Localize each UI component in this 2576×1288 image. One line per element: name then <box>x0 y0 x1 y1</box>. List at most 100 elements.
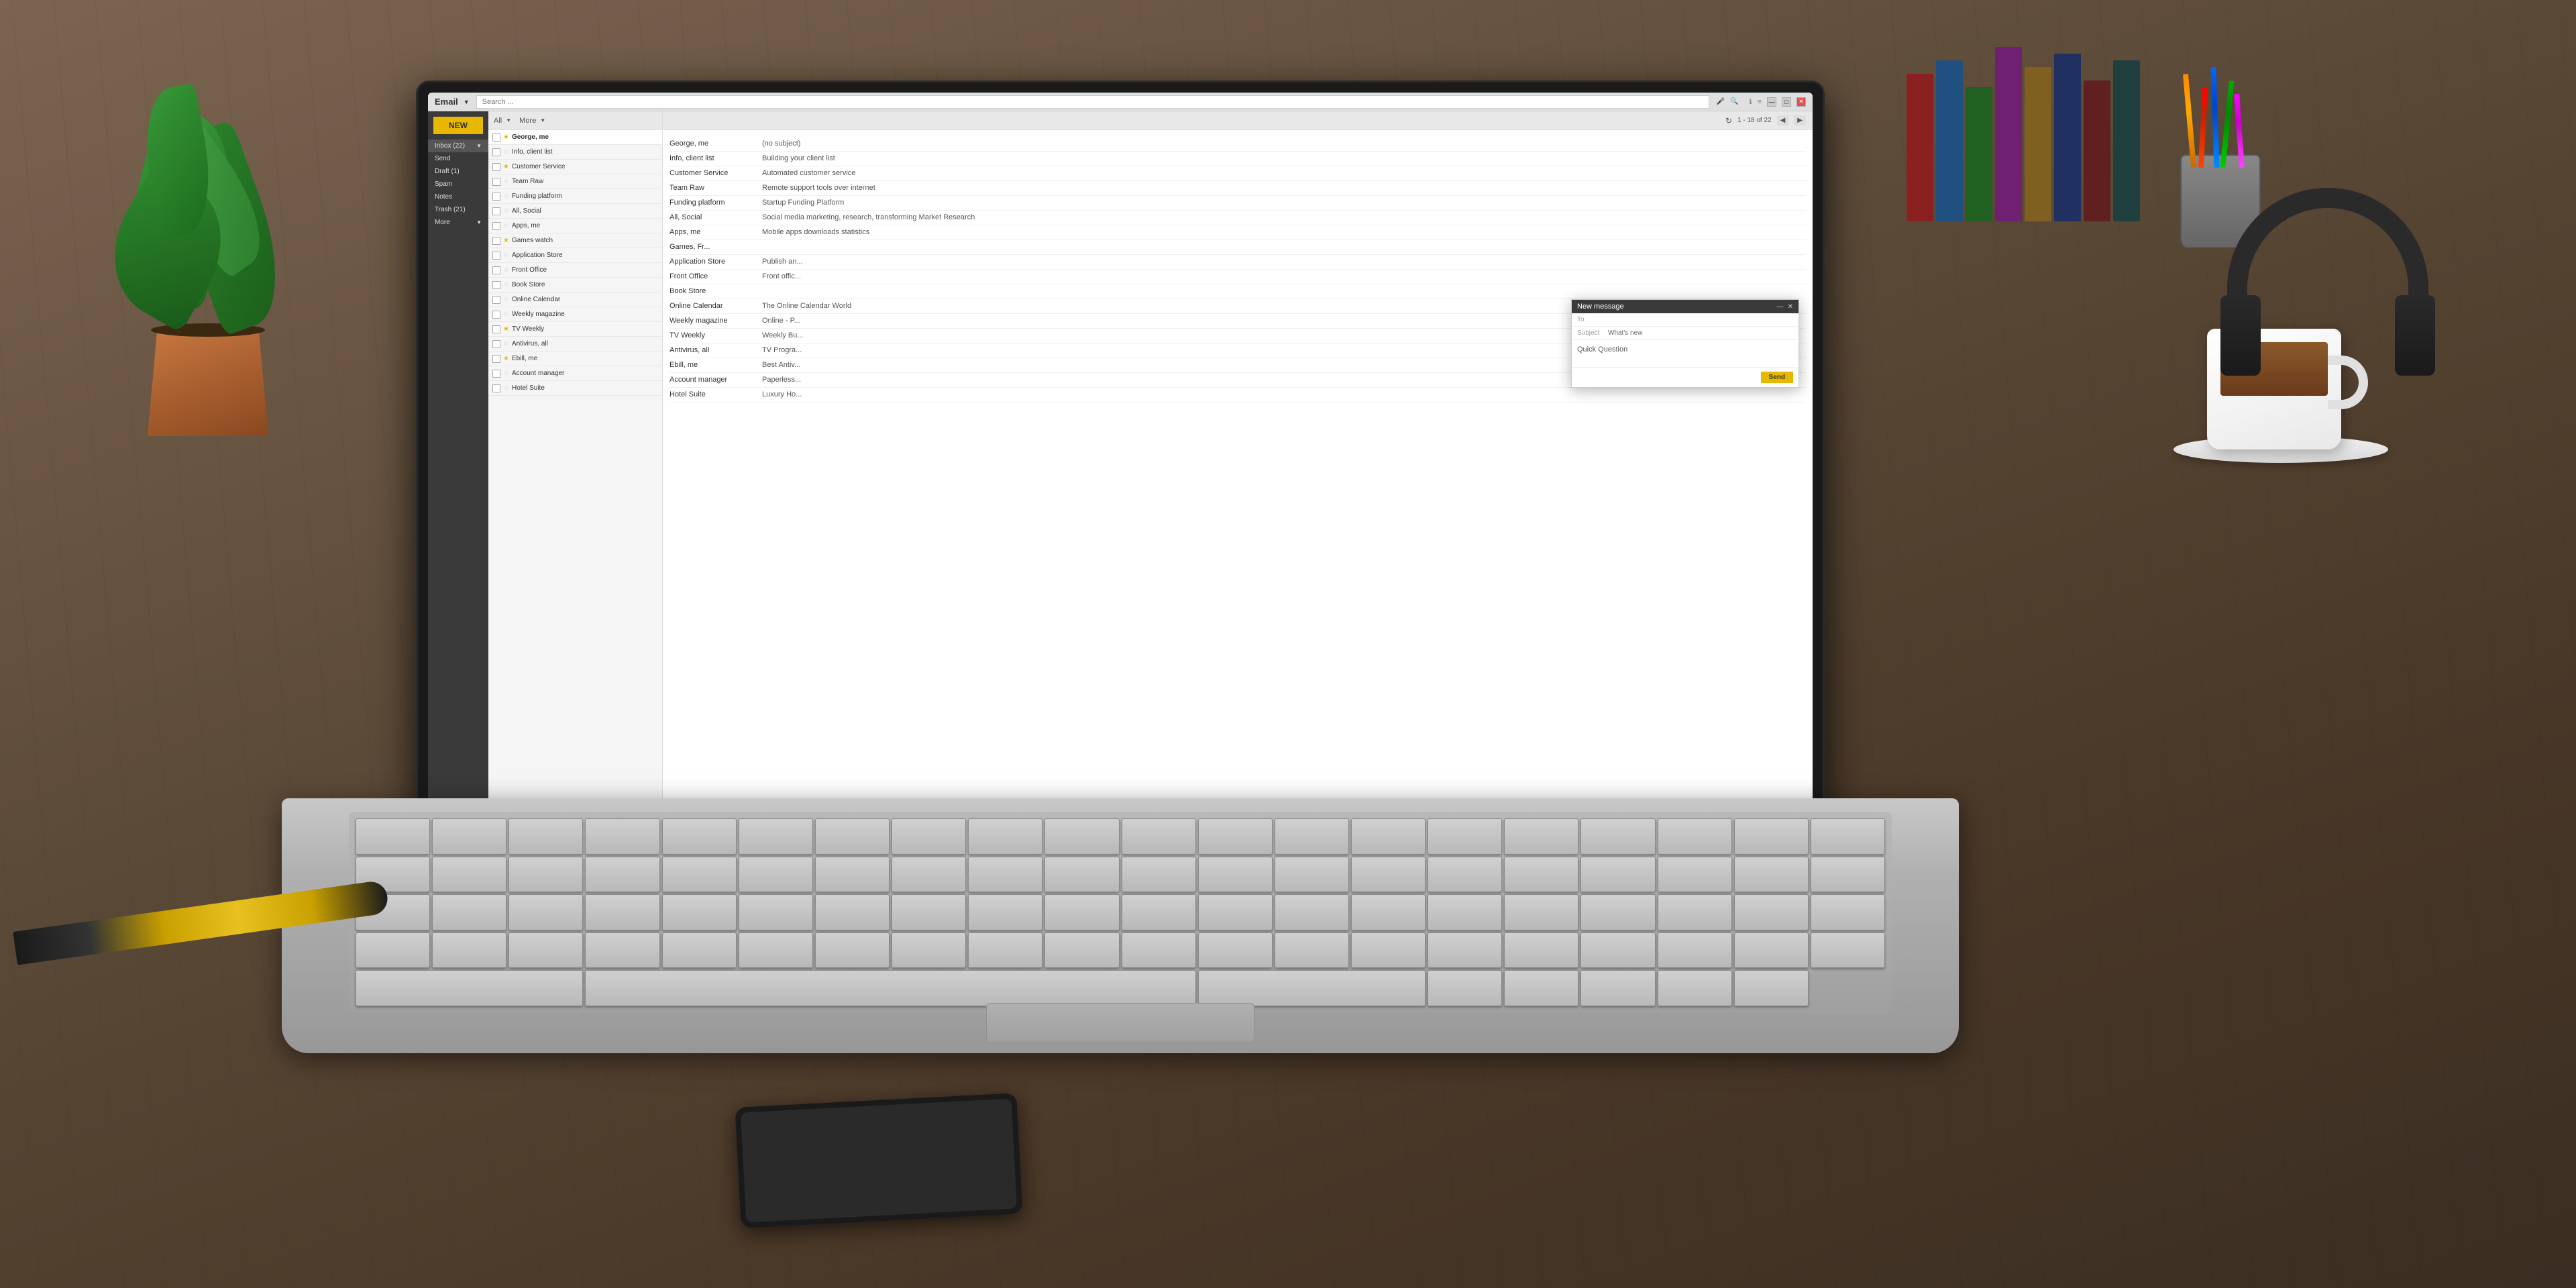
prev-page-button[interactable]: ◀ <box>1777 115 1789 125</box>
popup-close[interactable]: ✕ <box>1788 303 1793 311</box>
key[interactable] <box>662 894 737 930</box>
star-icon[interactable]: ☆ <box>503 207 509 215</box>
popup-minimize[interactable]: — <box>1777 303 1784 311</box>
email-checkbox[interactable] <box>492 252 500 260</box>
key[interactable] <box>1658 857 1732 893</box>
key[interactable] <box>508 857 583 893</box>
key[interactable] <box>1580 857 1655 893</box>
key[interactable] <box>1658 970 1732 1006</box>
key[interactable] <box>1428 818 1502 855</box>
key[interactable] <box>1580 970 1655 1006</box>
star-icon[interactable]: ★ <box>503 133 509 141</box>
email-checkbox[interactable] <box>492 355 500 363</box>
key[interactable] <box>1811 932 1885 969</box>
key[interactable] <box>432 818 506 855</box>
key[interactable] <box>585 818 659 855</box>
key[interactable] <box>432 932 506 969</box>
key[interactable] <box>968 818 1042 855</box>
email-checkbox[interactable] <box>492 384 500 392</box>
key[interactable] <box>892 818 966 855</box>
key[interactable] <box>1504 818 1578 855</box>
star-icon[interactable]: ☆ <box>503 193 509 200</box>
email-row[interactable]: ★ Ebill, me <box>488 352 662 366</box>
key[interactable] <box>585 894 659 930</box>
key[interactable] <box>1658 818 1732 855</box>
preview-row[interactable]: Front Office Front offic... <box>669 270 1806 284</box>
sidebar-item-spam[interactable]: Spam <box>428 178 488 191</box>
key[interactable] <box>508 894 583 930</box>
key[interactable] <box>356 932 430 969</box>
email-checkbox[interactable] <box>492 325 500 333</box>
preview-row[interactable]: George, me (no subject) <box>669 137 1806 152</box>
email-row[interactable]: ☆ Application Store <box>488 248 662 263</box>
key[interactable] <box>1351 857 1426 893</box>
spacebar-key[interactable] <box>585 970 1195 1006</box>
preview-row[interactable]: Application Store Publish an... <box>669 255 1806 270</box>
email-row[interactable]: ☆ Weekly magazine <box>488 307 662 322</box>
send-button[interactable]: Send <box>1761 372 1793 383</box>
email-checkbox[interactable] <box>492 237 500 245</box>
star-icon[interactable]: ☆ <box>503 370 509 377</box>
key[interactable] <box>1428 970 1502 1006</box>
star-icon[interactable]: ☆ <box>503 384 509 392</box>
key[interactable] <box>1658 932 1732 969</box>
key[interactable] <box>508 932 583 969</box>
preview-row[interactable]: Apps, me Mobile apps downloads statistic… <box>669 225 1806 240</box>
key[interactable] <box>662 932 737 969</box>
star-icon[interactable]: ☆ <box>503 148 509 156</box>
email-row[interactable]: ☆ Online Calendar <box>488 292 662 307</box>
email-checkbox[interactable] <box>492 148 500 156</box>
email-checkbox[interactable] <box>492 163 500 171</box>
new-button[interactable]: NEW <box>433 117 483 134</box>
preview-row[interactable]: Book Store <box>669 284 1806 299</box>
email-checkbox[interactable] <box>492 340 500 348</box>
sidebar-item-more[interactable]: More ▼ <box>428 216 488 229</box>
key[interactable] <box>1811 894 1885 930</box>
key[interactable] <box>968 894 1042 930</box>
key[interactable] <box>1734 894 1809 930</box>
key[interactable] <box>1198 932 1273 969</box>
key[interactable] <box>1351 818 1426 855</box>
key[interactable] <box>739 894 813 930</box>
key[interactable] <box>1504 932 1578 969</box>
key[interactable] <box>432 894 506 930</box>
key[interactable] <box>1351 932 1426 969</box>
preview-row[interactable]: Hotel Suite Luxury Ho... <box>669 388 1806 402</box>
key[interactable] <box>1428 894 1502 930</box>
key[interactable] <box>1122 932 1196 969</box>
email-row[interactable]: ☆ Funding platform <box>488 189 662 204</box>
key[interactable] <box>1658 894 1732 930</box>
key[interactable] <box>1122 894 1196 930</box>
email-row[interactable]: ☆ Front Office <box>488 263 662 278</box>
email-row[interactable]: ☆ Apps, me <box>488 219 662 233</box>
key[interactable] <box>585 857 659 893</box>
preview-row[interactable]: Info, client list Building your client l… <box>669 152 1806 166</box>
star-icon[interactable]: ☆ <box>503 311 509 318</box>
key[interactable] <box>585 932 659 969</box>
key[interactable] <box>1198 857 1273 893</box>
email-row[interactable]: ☆ Team Raw <box>488 174 662 189</box>
star-icon[interactable]: ☆ <box>503 296 509 303</box>
star-icon[interactable]: ☆ <box>503 340 509 347</box>
star-icon[interactable]: ☆ <box>503 266 509 274</box>
sidebar-item-trash[interactable]: Trash (21) <box>428 203 488 216</box>
email-checkbox[interactable] <box>492 222 500 230</box>
star-icon[interactable]: ☆ <box>503 281 509 288</box>
maximize-button[interactable]: □ <box>1782 97 1791 107</box>
key[interactable] <box>1044 932 1119 969</box>
key[interactable] <box>1044 818 1119 855</box>
key[interactable] <box>1122 818 1196 855</box>
email-checkbox[interactable] <box>492 266 500 274</box>
email-row[interactable]: ☆ Book Store <box>488 278 662 292</box>
sidebar-item-notes[interactable]: Notes <box>428 191 488 203</box>
sidebar-item-draft[interactable]: Draft (1) <box>428 165 488 178</box>
key[interactable] <box>432 857 506 893</box>
key[interactable] <box>815 932 890 969</box>
email-row[interactable]: ★ George, me <box>488 130 662 145</box>
key[interactable] <box>356 970 583 1006</box>
email-checkbox[interactable] <box>492 207 500 215</box>
filter-more-label[interactable]: More <box>519 117 536 125</box>
key[interactable] <box>815 894 890 930</box>
key[interactable] <box>1198 818 1273 855</box>
key[interactable] <box>1275 894 1349 930</box>
